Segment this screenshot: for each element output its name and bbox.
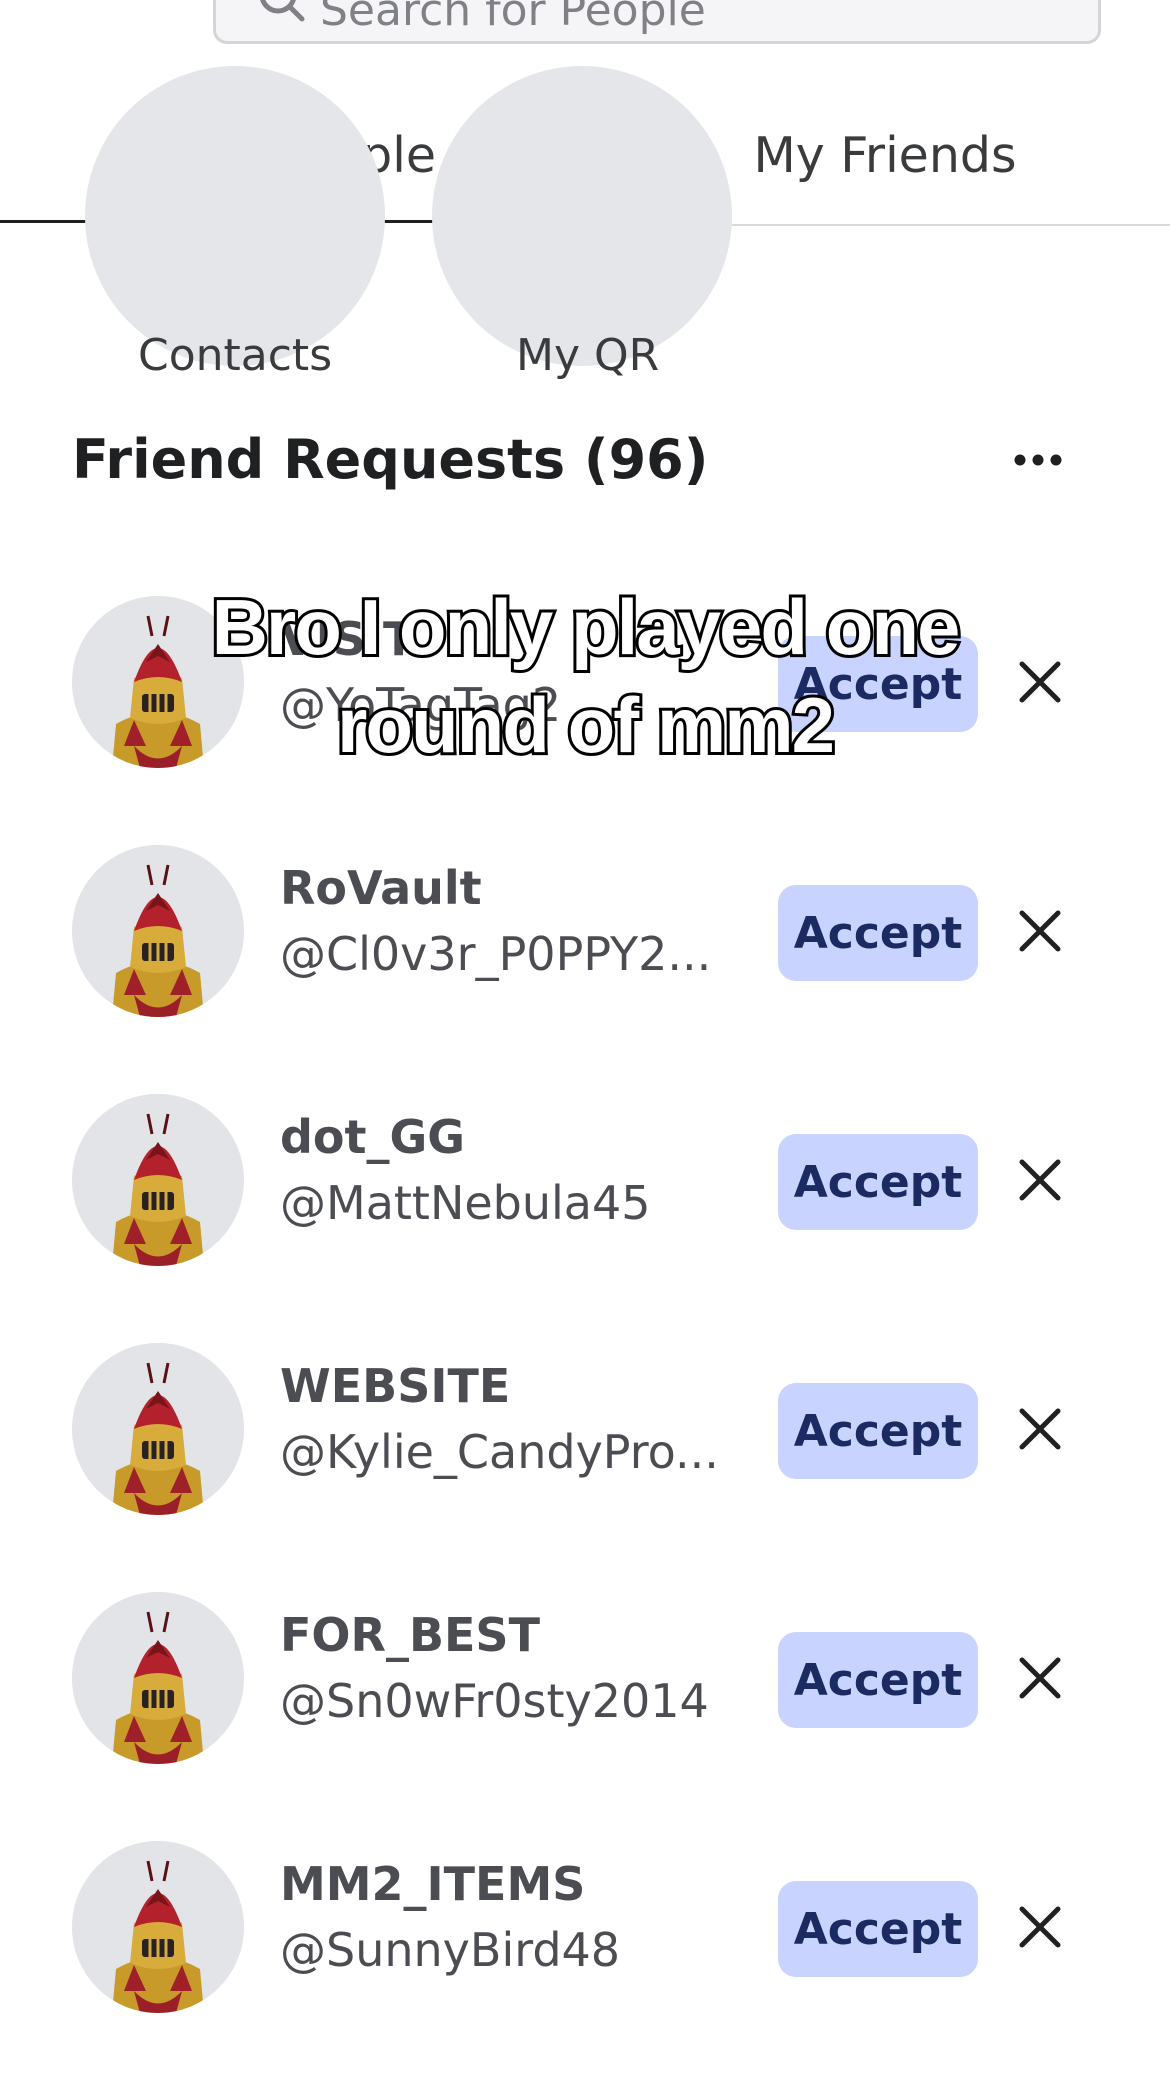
friend-request-row: FOR_BEST @Sn0wFr0sty2014 Accept xyxy=(0,1592,1170,1792)
caption-line-2: round of mm2 xyxy=(334,678,838,772)
accept-button[interactable]: Accept xyxy=(778,1383,978,1479)
avatar[interactable] xyxy=(72,1841,244,2013)
overlay-caption: Bro I only played one round of mm2 xyxy=(0,578,1170,774)
decline-x-icon[interactable] xyxy=(1016,1654,1064,1702)
avatar[interactable] xyxy=(72,1094,244,1266)
username: @MattNebula45 xyxy=(280,1176,651,1230)
friends-screen: Search for People Find people My Friends… xyxy=(0,0,1170,2080)
search-input[interactable]: Search for People xyxy=(213,0,1101,44)
my-qr-label: My QR xyxy=(516,330,660,381)
friend-request-row: MM2_ITEMS @SunnyBird48 Accept xyxy=(0,1841,1170,2041)
avatar[interactable] xyxy=(72,845,244,1017)
display-name[interactable]: RoVault xyxy=(280,861,482,915)
avatar[interactable] xyxy=(72,1343,244,1515)
friend-request-row: RoVault @Cl0v3r_P0PPY2... Accept xyxy=(0,845,1170,1045)
display-name[interactable]: FOR_BEST xyxy=(280,1608,540,1662)
avatar-knight-icon xyxy=(72,845,244,1017)
display-name[interactable]: dot_GG xyxy=(280,1110,465,1164)
more-options-icon[interactable] xyxy=(1012,452,1064,468)
avatar-knight-icon xyxy=(72,1841,244,2013)
avatar[interactable] xyxy=(72,1592,244,1764)
accept-button[interactable]: Accept xyxy=(778,1632,978,1728)
back-arrow-icon[interactable] xyxy=(86,0,126,10)
username: @Cl0v3r_P0PPY2... xyxy=(280,927,712,981)
avatar-knight-icon xyxy=(72,1592,244,1764)
avatar-knight-icon xyxy=(72,1094,244,1266)
contacts-icon[interactable] xyxy=(85,66,385,366)
search-icon xyxy=(260,0,305,22)
friend-request-row: WEBSITE @Kylie_CandyPro... Accept xyxy=(0,1343,1170,1543)
contacts-label: Contacts xyxy=(138,330,333,381)
display-name[interactable]: MM2_ITEMS xyxy=(280,1857,585,1911)
avatar-knight-icon xyxy=(72,1343,244,1515)
friend-request-row: dot_GG @MattNebula45 Accept xyxy=(0,1094,1170,1294)
search-placeholder: Search for People xyxy=(320,0,706,36)
caption-line-1: Bro I only played one xyxy=(209,580,964,674)
username: @Sn0wFr0sty2014 xyxy=(280,1674,709,1728)
accept-button[interactable]: Accept xyxy=(778,885,978,981)
display-name[interactable]: WEBSITE xyxy=(280,1359,510,1413)
accept-button[interactable]: Accept xyxy=(778,1134,978,1230)
username: @Kylie_CandyPro... xyxy=(280,1425,719,1479)
qr-code-icon[interactable] xyxy=(432,66,732,366)
decline-x-icon[interactable] xyxy=(1016,1903,1064,1951)
friend-requests-heading: Friend Requests (96) xyxy=(72,428,709,491)
decline-x-icon[interactable] xyxy=(1016,1405,1064,1453)
decline-x-icon[interactable] xyxy=(1016,907,1064,955)
username: @SunnyBird48 xyxy=(280,1923,621,1977)
accept-button[interactable]: Accept xyxy=(778,1881,978,1977)
decline-x-icon[interactable] xyxy=(1016,1156,1064,1204)
